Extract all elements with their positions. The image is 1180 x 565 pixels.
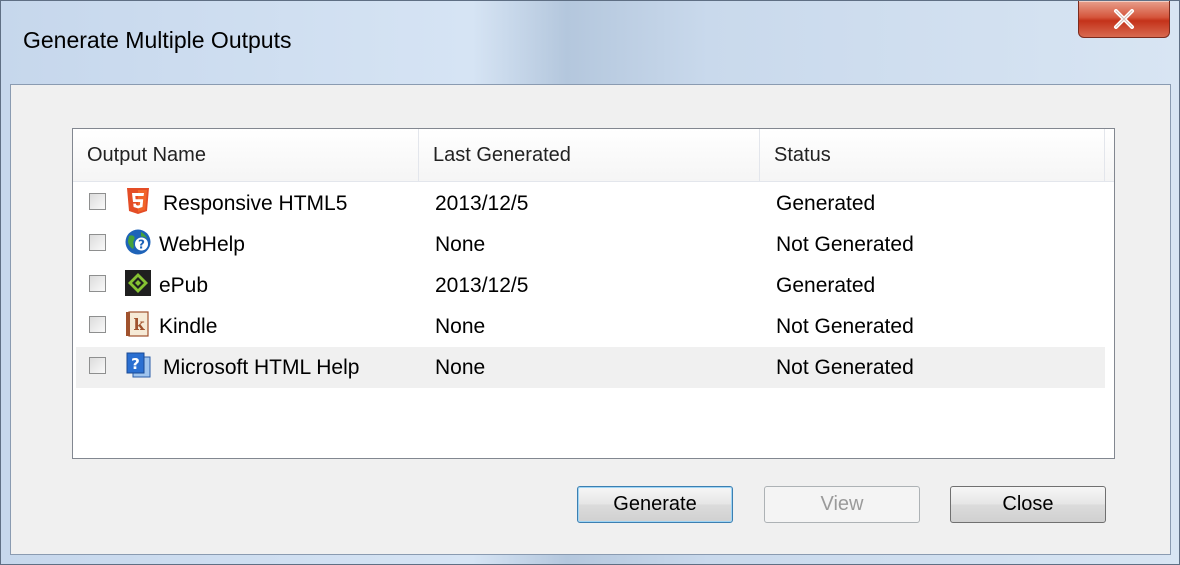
close-window-button[interactable] [1078, 1, 1170, 38]
last-generated: None [435, 233, 486, 256]
list-header: Output Name Last Generated Status [73, 129, 1114, 182]
output-name: ePub [159, 274, 209, 297]
output-name: WebHelp [159, 233, 245, 256]
last-generated: 2013/12/5 [435, 274, 529, 297]
svg-text:k: k [133, 315, 145, 334]
dialog-client-area: Output Name Last Generated Status Respon… [10, 84, 1171, 555]
svg-text:?: ? [138, 238, 145, 252]
checkbox[interactable] [89, 275, 106, 292]
list-item-microsoft-html-help[interactable]: ? Microsoft HTML Help None Not Generated [76, 347, 1105, 388]
last-generated: None [435, 356, 486, 379]
dialog-window: Generate Multiple Outputs Output Name La… [0, 0, 1180, 565]
html5-icon [127, 188, 149, 214]
close-button[interactable]: Close [950, 486, 1106, 523]
column-header-output-name[interactable]: Output Name [73, 129, 419, 181]
view-button[interactable]: View [764, 486, 920, 523]
last-generated: 2013/12/5 [435, 192, 529, 215]
list-item-kindle[interactable]: k Kindle None Not Generated [76, 306, 1105, 347]
status: Generated [776, 274, 876, 297]
html-help-icon: ? [126, 352, 151, 378]
output-name: Microsoft HTML Help [163, 356, 360, 379]
checkbox[interactable] [89, 234, 106, 251]
checkbox[interactable] [89, 193, 106, 210]
svg-text:?: ? [131, 355, 140, 373]
status: Generated [776, 192, 876, 215]
last-generated: None [435, 315, 486, 338]
kindle-icon: k [126, 311, 149, 337]
output-name: Kindle [159, 315, 218, 338]
list-item-responsive-html5[interactable]: Responsive HTML5 2013/12/5 Generated [76, 183, 1105, 224]
dialog-title: Generate Multiple Outputs [23, 27, 292, 53]
column-header-last-generated[interactable]: Last Generated [419, 129, 760, 181]
list-item-epub[interactable]: ePub 2013/12/5 Generated [76, 265, 1105, 306]
output-name: Responsive HTML5 [163, 192, 348, 215]
epub-icon [125, 270, 151, 296]
outputs-list[interactable]: Output Name Last Generated Status Respon… [72, 128, 1115, 459]
column-header-status[interactable]: Status [760, 129, 1105, 181]
list-item-webhelp[interactable]: ? WebHelp None Not Generated [76, 224, 1105, 265]
status: Not Generated [776, 356, 914, 379]
webhelp-icon: ? [125, 229, 151, 255]
status: Not Generated [776, 233, 914, 256]
close-icon [1114, 9, 1134, 29]
title-bar[interactable]: Generate Multiple Outputs [1, 1, 1179, 83]
checkbox[interactable] [89, 357, 106, 374]
status: Not Generated [776, 315, 914, 338]
checkbox[interactable] [89, 316, 106, 333]
generate-button[interactable]: Generate [577, 486, 733, 523]
